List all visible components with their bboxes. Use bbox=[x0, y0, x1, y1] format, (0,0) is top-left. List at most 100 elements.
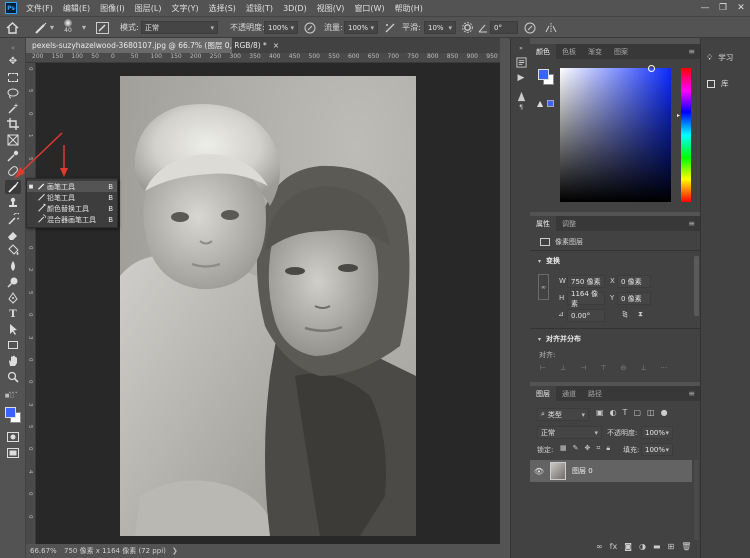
magic-wand-tool-icon[interactable] bbox=[5, 101, 21, 115]
learn-panel-button[interactable]: 💡︎ 学习 bbox=[707, 52, 733, 63]
status-menu-arrow-icon[interactable]: ❯ bbox=[172, 547, 178, 555]
align-right-icon[interactable]: ⊣ bbox=[580, 364, 586, 372]
properties-panel-menu-icon[interactable]: ≡ bbox=[688, 219, 695, 228]
toolbar-collapse-icon[interactable]: « bbox=[5, 41, 21, 55]
pressure-size-icon[interactable] bbox=[524, 20, 536, 35]
brush-settings-icon[interactable] bbox=[96, 20, 109, 35]
menu-edit[interactable]: 编辑(E) bbox=[58, 3, 95, 14]
lock-all-icon[interactable]: 🔒︎ bbox=[606, 444, 610, 453]
menu-image[interactable]: 图像(I) bbox=[95, 3, 130, 14]
hue-slider[interactable] bbox=[681, 68, 691, 202]
crop-tool-icon[interactable] bbox=[5, 117, 21, 131]
layer-style-icon[interactable]: fx bbox=[610, 542, 618, 551]
minimize-button[interactable]: — bbox=[696, 0, 714, 16]
fill-field[interactable]: 100% ▾ bbox=[641, 443, 673, 456]
filter-type-icon[interactable]: T bbox=[623, 408, 628, 417]
path-selection-tool-icon[interactable] bbox=[5, 322, 21, 336]
home-icon[interactable] bbox=[6, 20, 19, 35]
tab-patterns[interactable]: 图案 bbox=[608, 44, 634, 59]
menu-layer[interactable]: 图层(L) bbox=[130, 3, 167, 14]
tab-adjustments[interactable]: 调整 bbox=[556, 216, 582, 231]
menu-file[interactable]: 文件(F) bbox=[21, 3, 58, 14]
history-brush-tool-icon[interactable] bbox=[5, 212, 21, 226]
color-panel-foreground-swatch[interactable] bbox=[538, 69, 549, 80]
width-field[interactable]: 750 像素 bbox=[567, 275, 605, 288]
mode-select[interactable]: 正常 ▾ bbox=[141, 21, 218, 34]
info-panel-icon[interactable]: ¶ bbox=[515, 101, 527, 113]
angle-field[interactable]: 0° bbox=[490, 21, 518, 34]
hand-tool-icon[interactable] bbox=[5, 354, 21, 368]
tab-color[interactable]: 颜色 bbox=[530, 44, 556, 59]
move-tool-icon[interactable]: ✥ bbox=[5, 54, 21, 68]
align-more-icon[interactable]: ··· bbox=[660, 364, 667, 372]
flyout-mixer-brush-tool[interactable]: 混合器画笔工具 B bbox=[27, 214, 117, 225]
smooth-field[interactable]: 10% ▾ bbox=[424, 21, 456, 34]
filter-smart-object-icon[interactable]: ◫ bbox=[647, 408, 655, 417]
tab-swatches[interactable]: 色板 bbox=[556, 44, 582, 59]
collapse-panels-icon[interactable]: » bbox=[515, 42, 527, 54]
default-colors-icon[interactable]: ■□ bbox=[5, 393, 21, 399]
y-field[interactable]: 0 像素 bbox=[617, 292, 651, 305]
flip-vertical-icon[interactable]: ⧗ bbox=[638, 310, 643, 319]
layers-panel-menu-icon[interactable]: ≡ bbox=[688, 389, 695, 398]
brush-size-picker[interactable]: 40 bbox=[64, 19, 72, 35]
color-picker-ring[interactable] bbox=[648, 65, 655, 72]
transform-section-header[interactable]: ▾ 变换 bbox=[538, 256, 560, 266]
menu-view[interactable]: 视图(V) bbox=[312, 3, 350, 14]
gamut-color-swatch[interactable] bbox=[547, 100, 554, 107]
flip-horizontal-icon[interactable]: ⧎ bbox=[622, 310, 628, 318]
marquee-tool-icon[interactable] bbox=[5, 70, 21, 84]
document-image[interactable] bbox=[120, 76, 416, 536]
type-tool-icon[interactable]: T bbox=[5, 307, 21, 321]
lock-position-icon[interactable]: ✥ bbox=[585, 444, 591, 453]
airbrush-icon[interactable] bbox=[384, 20, 396, 35]
pressure-opacity-icon[interactable] bbox=[304, 20, 316, 35]
x-field[interactable]: 0 像素 bbox=[617, 275, 651, 288]
lock-transparency-icon[interactable]: ▦ bbox=[560, 444, 567, 453]
close-window-button[interactable]: ✕ bbox=[732, 0, 750, 16]
rotate-angle-field[interactable]: 0.00° bbox=[567, 309, 605, 322]
color-field[interactable] bbox=[560, 65, 671, 202]
tab-paths[interactable]: 路径 bbox=[582, 386, 608, 401]
brush-tool-preset-icon[interactable]: ▾ bbox=[34, 20, 54, 35]
align-middle-icon[interactable]: ⊝ bbox=[620, 364, 626, 372]
hue-slider-marker-icon[interactable]: ▸ bbox=[677, 112, 680, 119]
brush-size-dropdown-icon[interactable]: ▾ bbox=[82, 20, 86, 35]
history-panel-icon[interactable] bbox=[515, 56, 527, 68]
symmetry-icon[interactable] bbox=[544, 20, 558, 35]
zoom-level[interactable]: 66.67% bbox=[30, 547, 64, 555]
menu-help[interactable]: 帮助(H) bbox=[390, 3, 428, 14]
paint-bucket-tool-icon[interactable] bbox=[5, 243, 21, 257]
add-mask-icon[interactable]: ◙ bbox=[624, 542, 632, 551]
lock-image-icon[interactable]: ✎ bbox=[573, 444, 579, 453]
tab-layers[interactable]: 图层 bbox=[530, 386, 556, 401]
adjustment-layer-icon[interactable]: ◑ bbox=[639, 542, 646, 551]
eye-visibility-icon[interactable]: 👁︎ bbox=[530, 467, 548, 476]
actions-panel-icon[interactable]: ▶ bbox=[515, 72, 527, 84]
screen-mode-icon[interactable] bbox=[5, 446, 21, 460]
menu-type[interactable]: 文字(Y) bbox=[166, 3, 203, 14]
lasso-tool-icon[interactable] bbox=[5, 86, 21, 100]
zoom-tool-icon[interactable] bbox=[5, 370, 21, 384]
smoothing-options-icon[interactable] bbox=[462, 20, 473, 35]
blur-tool-icon[interactable] bbox=[5, 259, 21, 273]
blend-mode-select[interactable]: 正常 ▾ bbox=[537, 426, 602, 439]
align-center-icon[interactable]: ⊥ bbox=[560, 364, 566, 372]
opacity-field[interactable]: 100% ▾ bbox=[264, 21, 298, 34]
align-bottom-icon[interactable]: ⊥ bbox=[640, 364, 646, 372]
align-section-header[interactable]: ▾ 对齐并分布 bbox=[538, 334, 581, 344]
flow-field[interactable]: 100% ▾ bbox=[344, 21, 378, 34]
tab-gradients[interactable]: 渐变 bbox=[582, 44, 608, 59]
layer-row[interactable]: 👁︎ 图层 0 bbox=[530, 460, 692, 482]
filter-pixel-icon[interactable]: ▣ bbox=[596, 408, 604, 417]
quick-mask-icon[interactable] bbox=[5, 430, 21, 444]
properties-scrollbar[interactable] bbox=[694, 256, 699, 316]
align-left-icon[interactable]: ⊢ bbox=[540, 364, 546, 372]
layers-scrollbar[interactable] bbox=[694, 460, 699, 540]
layer-filter-select[interactable]: ⌕ 类型 ▾ bbox=[537, 408, 589, 421]
document-close-button[interactable]: × bbox=[273, 41, 279, 50]
color-panel-menu-icon[interactable]: ≡ bbox=[688, 47, 695, 56]
library-panel-button[interactable]: 库 bbox=[707, 78, 729, 89]
flyout-pencil-tool[interactable]: 铅笔工具 B bbox=[27, 192, 117, 203]
link-layers-icon[interactable]: ∞ bbox=[596, 542, 603, 551]
